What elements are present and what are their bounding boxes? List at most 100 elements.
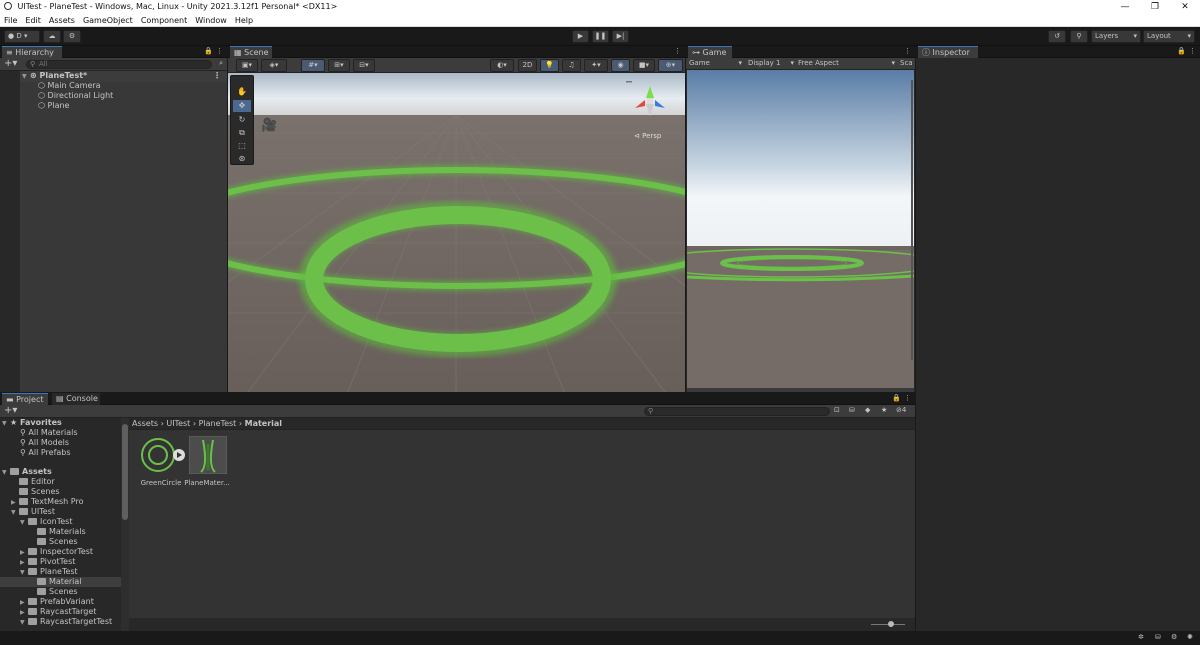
menu-item-assets[interactable]: Assets [49, 16, 75, 25]
play-button[interactable]: ▶ [572, 30, 589, 43]
folder-tree-scrollbar[interactable] [121, 418, 129, 631]
bug-icon[interactable]: ✲ [1138, 633, 1144, 641]
folder-item[interactable]: Scenes [0, 587, 121, 597]
tab-game[interactable]: ⊶ Game [688, 46, 732, 58]
orbit-button[interactable]: ◐▾ [490, 59, 514, 72]
add-icon[interactable]: +▾ [4, 405, 17, 417]
scrollbar-thumb[interactable] [122, 424, 128, 520]
step-button[interactable]: ▶| [612, 30, 629, 43]
tab-scene[interactable]: ▦ Scene [230, 46, 272, 58]
camera-gizmo-icon[interactable]: 🎥 [261, 119, 283, 132]
chevron-down-icon[interactable]: ▼ [20, 618, 28, 628]
display-dropdown[interactable]: Display 1 ▾ [748, 59, 794, 67]
persp-label[interactable]: ⊲ Persp [634, 132, 661, 140]
snap-button[interactable]: ⊞▾ [328, 59, 350, 72]
rect-tool-button[interactable]: ⬚ [233, 140, 251, 152]
breadcrumb-item[interactable]: UITest [166, 419, 190, 428]
menu-item-component[interactable]: Component [141, 16, 187, 25]
maximize-button[interactable]: ❐ [1140, 0, 1170, 14]
hierarchy-item[interactable]: ⬡ Directional Light [38, 91, 113, 101]
hierarchy-search-input[interactable]: ⚲ All [26, 60, 212, 69]
folder-item[interactable]: Editor [0, 477, 121, 487]
asset-item[interactable]: GreenCircle [139, 436, 185, 488]
tab-project[interactable]: ▬ Project [2, 393, 48, 405]
audio-toggle[interactable]: ♫ [562, 59, 581, 72]
add-icon[interactable]: +▾ [4, 58, 17, 70]
history-button[interactable]: ↺ [1048, 30, 1066, 43]
favorite-item[interactable]: ⚲ All Materials [20, 428, 78, 438]
icon-size-slider[interactable] [871, 621, 905, 627]
game-mode-dropdown[interactable]: Game ▾ [689, 59, 744, 67]
lock-icon[interactable]: 🔒 [204, 47, 213, 55]
menu-item-edit[interactable]: Edit [25, 16, 41, 25]
rotate-tool-button[interactable]: ↻ [233, 114, 251, 126]
tag-icon[interactable]: ◆ [865, 406, 870, 414]
draw-mode-button[interactable]: ▣▾ [236, 59, 258, 72]
favorite-item[interactable]: ⚲ All Prefabs [20, 448, 71, 458]
increment-snap-button[interactable]: ⊟▾ [353, 59, 375, 72]
breadcrumb-item[interactable]: Material [245, 419, 282, 428]
lighting-toggle[interactable]: 💡 [540, 59, 559, 72]
pause-button[interactable]: ❚❚ [592, 30, 609, 43]
menu-item-help[interactable]: Help [235, 16, 253, 25]
project-search-input[interactable]: ⚲ [644, 407, 830, 416]
filter-icon[interactable]: ⌕ [219, 59, 223, 68]
hand-tool-button[interactable]: ✋ [233, 86, 251, 98]
search-by-label-icon[interactable]: ⛁ [849, 406, 855, 414]
gear-icon[interactable]: ✺ [1187, 633, 1193, 641]
kebab-menu-icon[interactable]: ⋮ [674, 47, 681, 55]
transform-tool-button[interactable]: ⊛ [233, 153, 251, 165]
folder-item[interactable]: Scenes [0, 487, 121, 497]
move-tool-button[interactable]: ✥ [233, 100, 251, 112]
hidden-packages-toggle[interactable]: ⊘4 [896, 406, 906, 414]
collab-button[interactable]: ⚙ [63, 30, 81, 43]
cloud-button[interactable]: ☁ [43, 30, 61, 43]
layout-dropdown[interactable]: Layout ▾ [1143, 30, 1195, 43]
minimize-button[interactable]: — [1110, 0, 1140, 14]
grid-button[interactable]: #▾ [301, 59, 325, 72]
kebab-menu-icon[interactable]: ⋮ [216, 47, 223, 55]
kebab-menu-icon[interactable]: ⋮ [904, 47, 911, 55]
scene-visibility-toggle[interactable]: ◉ [611, 59, 630, 72]
toggle-2d-button[interactable]: 2D [518, 59, 537, 72]
aspect-dropdown[interactable]: Free Aspect ▾ [798, 59, 895, 67]
menu-item-window[interactable]: Window [195, 16, 227, 25]
tab-console[interactable]: ▤ Console [52, 393, 100, 405]
menu-item-file[interactable]: File [4, 16, 17, 25]
orientation-gizmo[interactable] [623, 76, 678, 131]
search-by-type-icon[interactable]: ⊡ [834, 406, 840, 414]
kebab-menu-icon[interactable]: ⋮ [904, 394, 911, 402]
folder-item[interactable]: Scenes [0, 537, 121, 547]
breadcrumb-item[interactable]: Assets [132, 419, 158, 428]
camera-settings-button[interactable]: ■▾ [633, 59, 655, 72]
asset-item[interactable]: PlaneMater... [184, 435, 230, 488]
slider-thumb[interactable] [888, 621, 894, 627]
hierarchy-item[interactable]: ⬡ Plane [38, 101, 69, 111]
scene-viewport[interactable]: ✋ ✥ ↻ ⧉ ⬚ ⊛ 🎥 ⊲ Persp [228, 73, 685, 392]
game-viewport[interactable] [687, 70, 914, 392]
menu-item-gameobject[interactable]: GameObject [83, 16, 133, 25]
layers-dropdown[interactable]: Layers ▾ [1091, 30, 1141, 43]
kebab-menu-icon[interactable]: ⋮ [213, 71, 221, 81]
tab-inspector[interactable]: ⓘ Inspector [918, 46, 978, 58]
search-button[interactable]: ⚲ [1070, 30, 1088, 43]
lock-icon[interactable]: 🔒 [892, 394, 901, 402]
kebab-menu-icon[interactable]: ⋮ [1189, 47, 1196, 55]
breadcrumb-item[interactable]: PlaneTest [199, 419, 237, 428]
favorite-item[interactable]: ⚲ All Models [20, 438, 69, 448]
render-mode-button[interactable]: ◈▾ [261, 59, 287, 72]
tab-hierarchy[interactable]: ≡ Hierarchy [2, 46, 62, 58]
folder-item[interactable]: Material [0, 577, 121, 587]
scale-tool-button[interactable]: ⧉ [233, 127, 251, 139]
folder-item[interactable]: ▼ RaycastTargetTest [0, 617, 121, 628]
hierarchy-item[interactable]: ⬡ Main Camera [38, 81, 101, 91]
cache-server-icon[interactable]: ⛁ [1155, 633, 1161, 641]
gizmos-button[interactable]: ⊕▾ [658, 59, 683, 72]
folder-item[interactable]: Materials [0, 527, 121, 537]
progress-icon[interactable]: ⚙ [1171, 633, 1177, 641]
lock-icon[interactable]: 🔒 [1177, 47, 1186, 55]
scale-slider[interactable]: Sca [900, 59, 913, 67]
effects-button[interactable]: ✦▾ [584, 59, 608, 72]
favorite-star-icon[interactable]: ★ [881, 406, 887, 414]
account-button[interactable]: ● D ▾ [4, 30, 40, 43]
